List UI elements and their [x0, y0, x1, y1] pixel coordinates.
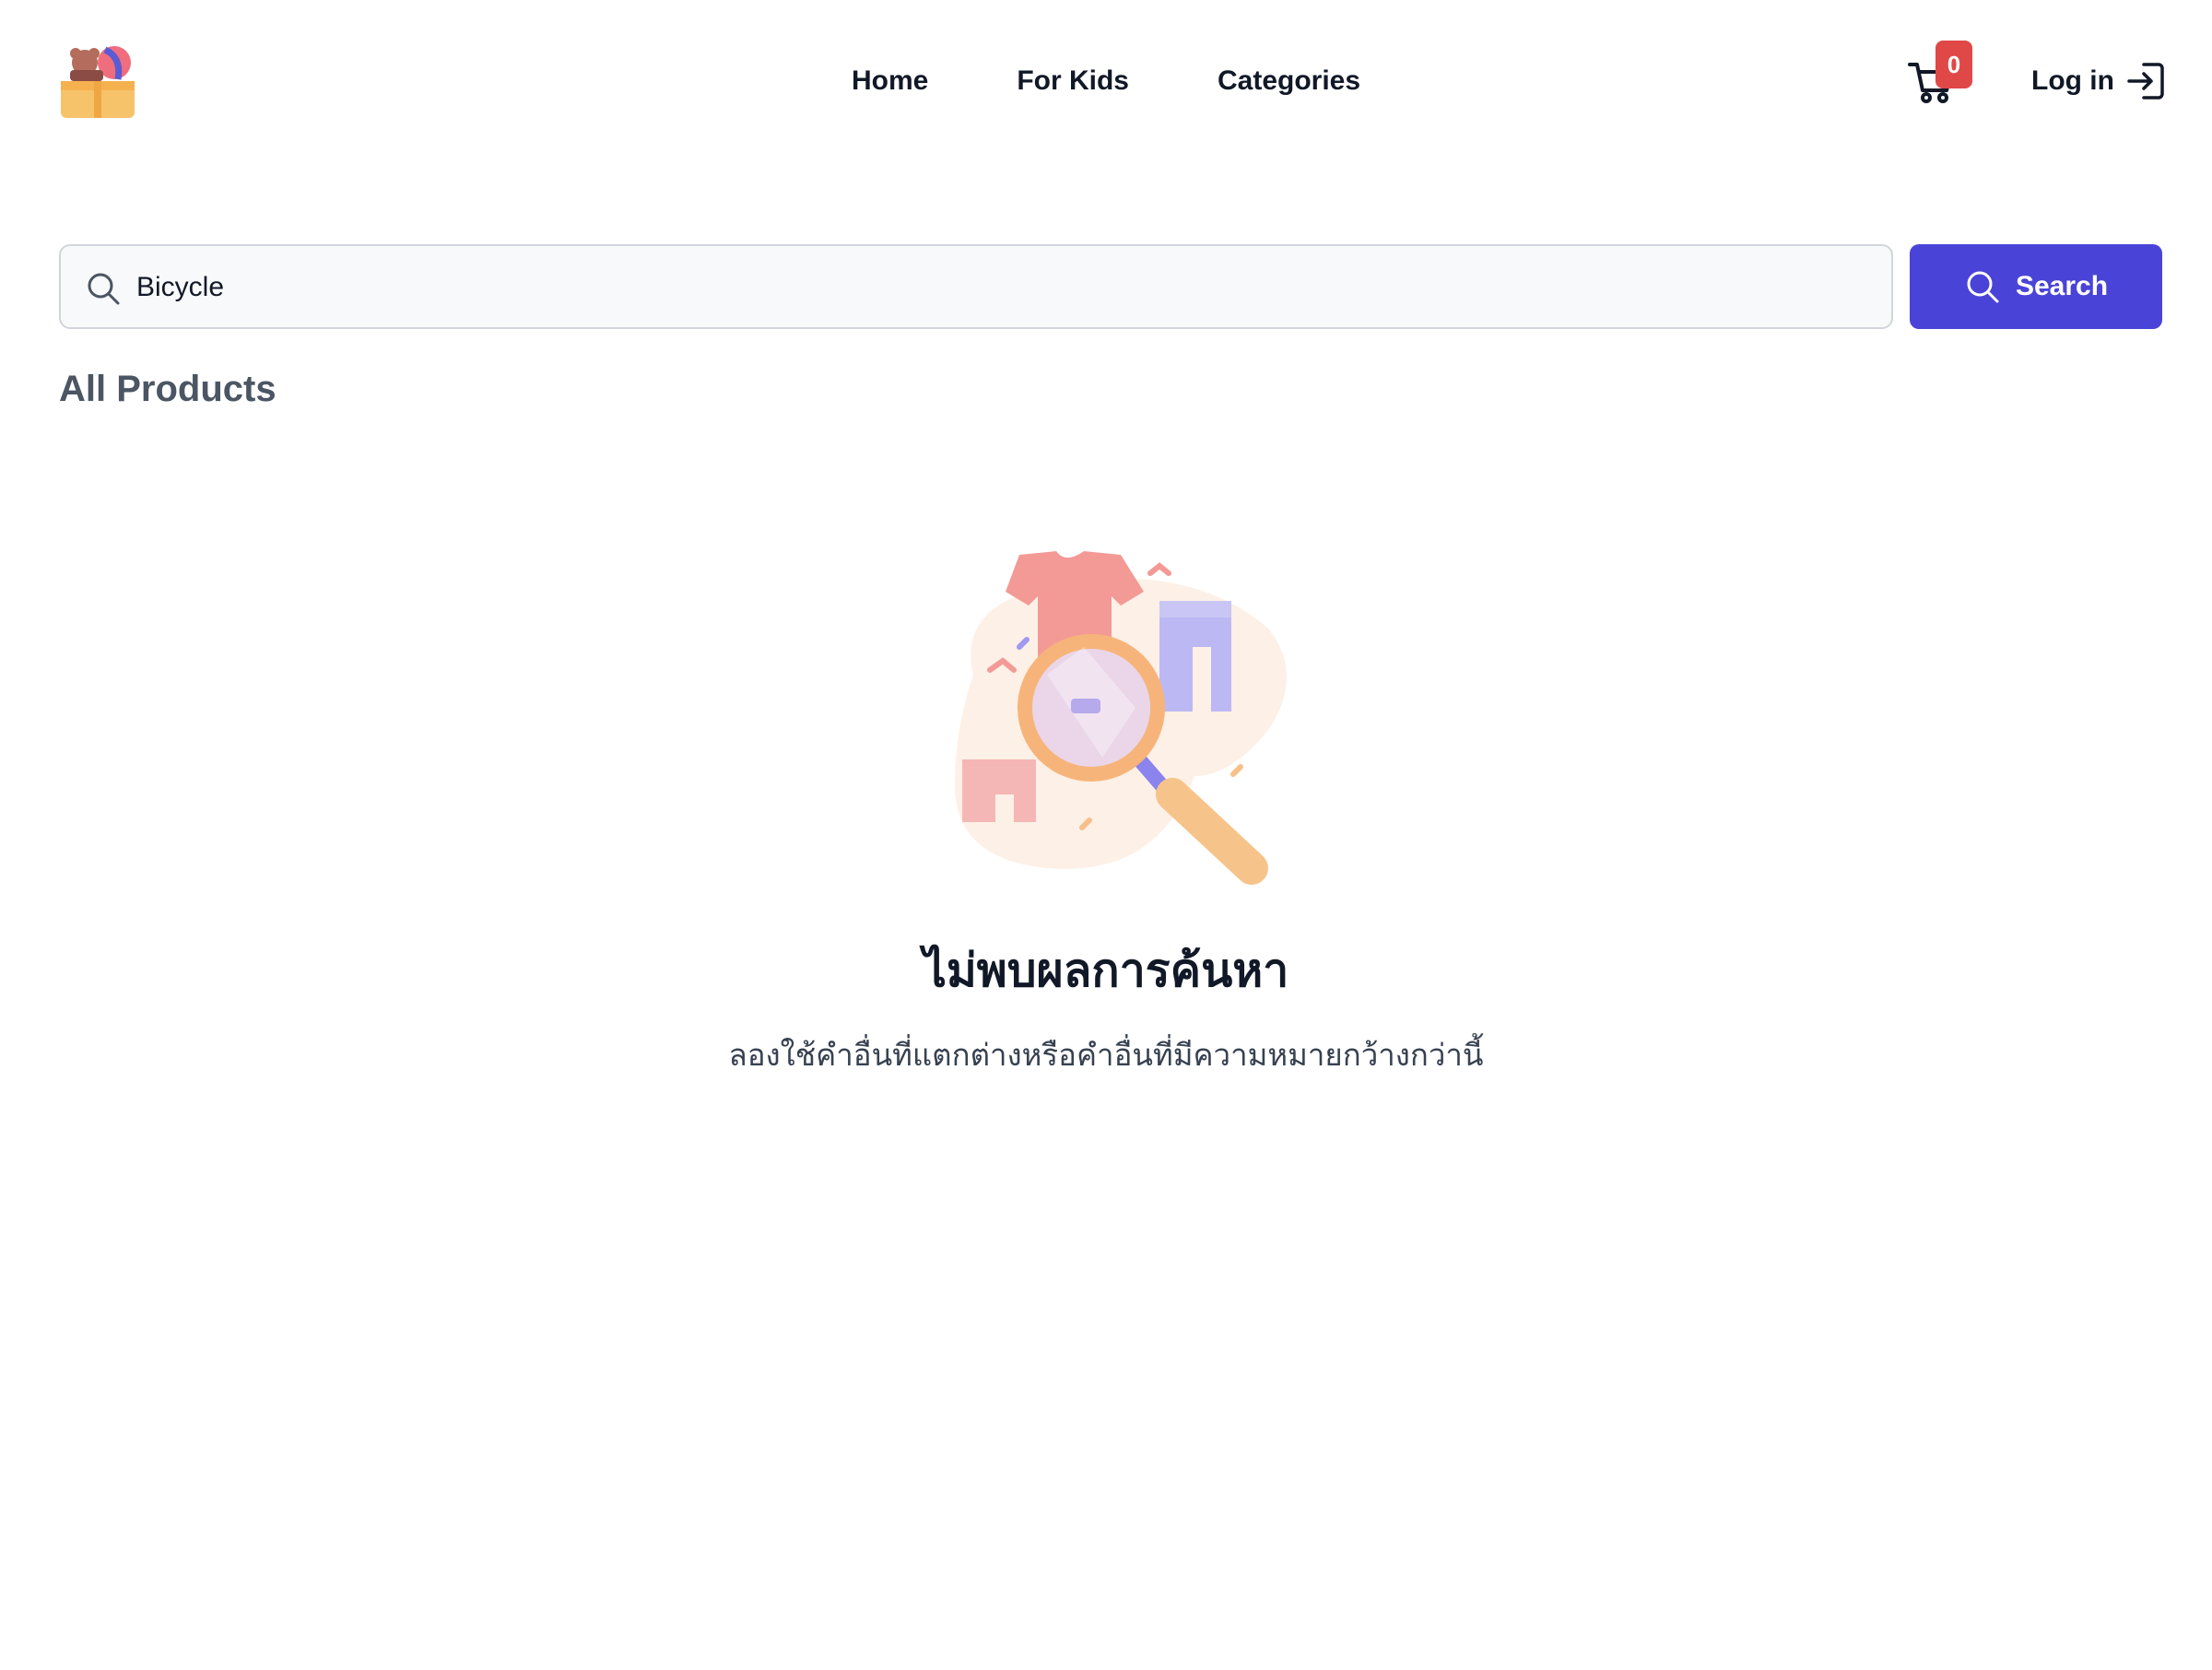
cart-count-badge: 0 [1936, 41, 1972, 88]
nav-for-kids[interactable]: For Kids [1017, 59, 1129, 103]
logo-icon[interactable] [57, 41, 138, 122]
main-nav: Home For Kids Categories [0, 59, 2212, 103]
search-icon [1967, 271, 1999, 303]
nav-categories[interactable]: Categories [1218, 59, 1360, 103]
empty-state-title: ไม่พบผลการค้นหา [923, 945, 1289, 996]
search-button-label: Search [2015, 271, 2109, 301]
search-icon [88, 273, 120, 305]
section-title: All Products [59, 369, 276, 409]
search-field [59, 244, 1893, 329]
search-button[interactable]: Search [1910, 244, 2162, 329]
search-input[interactable] [135, 246, 1871, 329]
empty-state-text: ลองใช้คำอื่นที่แตกต่างหรือคำอื่นที่มีควา… [728, 1038, 1484, 1072]
no-results-illustration [955, 551, 1287, 885]
login-label: Log in [2031, 65, 2114, 96]
nav-home[interactable]: Home [852, 59, 928, 103]
header: Home For Kids Categories 0 Log in [0, 0, 2212, 166]
page: Home For Kids Categories 0 Log in Bicycl… [0, 0, 2212, 1670]
login-icon [2127, 63, 2164, 100]
login-button[interactable]: Log in [2031, 55, 2166, 107]
